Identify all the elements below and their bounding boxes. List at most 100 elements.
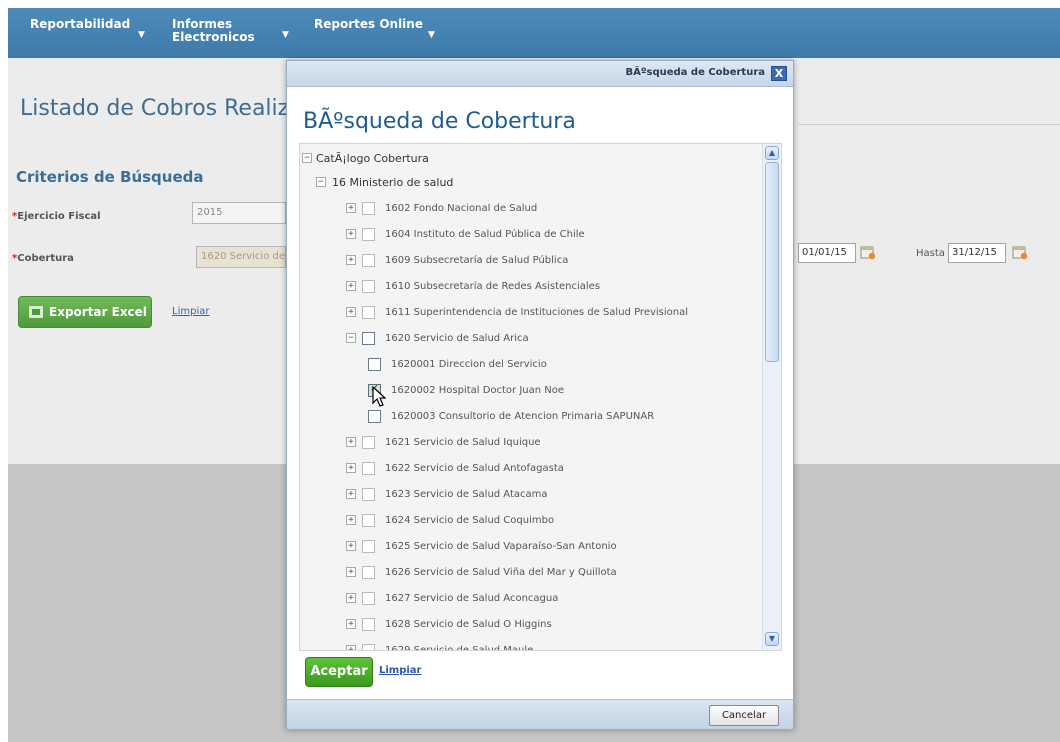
expand-icon[interactable]: + (346, 489, 356, 499)
tree-item-label: 1624 Servicio de Salud Coquimbo (385, 514, 555, 526)
desde-date-input[interactable]: 01/01/15 (798, 243, 856, 263)
expand-icon[interactable]: + (346, 255, 356, 265)
cancel-button[interactable]: Cancelar (709, 705, 779, 726)
checkbox[interactable] (362, 435, 375, 449)
expand-icon[interactable]: + (346, 203, 356, 213)
tree-item: +1610 Subsecretaría de Redes Asistencial… (346, 277, 600, 295)
expand-icon[interactable]: + (346, 619, 356, 629)
export-excel-button[interactable]: Exportar Excel (18, 296, 152, 328)
expand-icon[interactable]: + (346, 567, 356, 577)
checkbox[interactable] (368, 409, 381, 423)
nav-reportes-online[interactable]: Reportes Online (314, 18, 423, 31)
clear-link[interactable]: Limpiar (172, 306, 209, 317)
tree-item: +1623 Servicio de Salud Atacama (346, 485, 548, 503)
collapse-icon[interactable]: − (316, 177, 326, 187)
checkbox[interactable] (362, 461, 375, 475)
checkbox[interactable] (362, 487, 375, 501)
checkbox[interactable] (362, 591, 375, 605)
calendar-icon[interactable] (860, 244, 876, 260)
tree-item: +1602 Fondo Nacional de Salud (346, 199, 537, 217)
tree-item: +1626 Servicio de Salud Viña del Mar y Q… (346, 563, 617, 581)
tree-content: − CatÃ¡logo Cobertura − 16 Ministerio de… (300, 144, 762, 651)
hasta-label: Hasta (916, 248, 945, 259)
expand-icon[interactable]: + (346, 229, 356, 239)
expand-icon[interactable]: + (346, 281, 356, 291)
nav-informes-electronicos[interactable]: Informes Electronicos (172, 18, 255, 44)
tree-item-label: 1625 Servicio de Salud Vaparaíso-San Ant… (385, 540, 617, 552)
checkbox[interactable] (362, 201, 375, 215)
expand-icon[interactable]: + (346, 463, 356, 473)
tree-item-label: 1609 Subsecretaría de Salud Pública (385, 254, 569, 266)
nav-reportes-online-label: Reportes Online (314, 17, 423, 31)
checkbox[interactable] (362, 331, 375, 345)
expand-icon[interactable]: + (346, 541, 356, 551)
dialog-titlebar-text: BÃºsqueda de Cobertura (625, 67, 765, 78)
tree-scrollbar[interactable]: ▲ ▼ (762, 144, 781, 650)
close-icon[interactable]: X (771, 66, 787, 81)
checkbox[interactable] (362, 305, 375, 319)
chevron-down-icon: ▼ (282, 30, 289, 40)
expand-icon[interactable]: + (346, 437, 356, 447)
tree-item: +1621 Servicio de Salud Iquique (346, 433, 541, 451)
tree-item-label: 1602 Fondo Nacional de Salud (385, 202, 538, 214)
tree-item-label: 1627 Servicio de Salud Aconcagua (385, 592, 559, 604)
tree-item-label: 1629 Servicio de Salud Maule (385, 644, 534, 651)
nav-reportabilidad[interactable]: Reportabilidad (30, 18, 130, 31)
cobertura-field[interactable]: 1620 Servicio de (196, 246, 286, 268)
checkbox[interactable] (362, 539, 375, 553)
collapse-icon[interactable]: − (346, 333, 356, 343)
tree-item-label: 1604 Instituto de Salud Pública de Chile (385, 228, 585, 240)
dialog-footer: Cancelar (287, 699, 793, 729)
tree-item-label: 1620003 Consultorio de Atencion Primaria… (391, 410, 655, 422)
criteria-title: Criterios de Búsqueda (16, 168, 204, 186)
chevron-down-icon: ▼ (428, 30, 435, 40)
mouse-pointer-icon (372, 386, 386, 407)
checkbox[interactable] (362, 227, 375, 241)
excel-icon (29, 306, 43, 318)
tree-item: +1622 Servicio de Salud Antofagasta (346, 459, 564, 477)
dialog-heading: BÃºsqueda de Cobertura (303, 109, 576, 134)
dialog-clear-link[interactable]: Limpiar (379, 665, 422, 676)
page-title: Listado de Cobros Realiz (20, 96, 290, 121)
tree-item-label: 1620 Servicio de Salud Arica (385, 332, 529, 344)
coverage-search-dialog: BÃºsqueda de Cobertura X BÃºsqueda de Co… (286, 60, 794, 730)
scroll-up-icon[interactable]: ▲ (765, 146, 779, 160)
tree-item: +1604 Instituto de Salud Pública de Chil… (346, 225, 585, 243)
tree-item: − 1620 Servicio de Salud Arica (346, 329, 529, 347)
expand-icon[interactable]: + (346, 645, 356, 650)
tree-item: +1624 Servicio de Salud Coquimbo (346, 511, 554, 529)
cobertura-label-text: Cobertura (17, 253, 74, 264)
checkbox[interactable] (362, 513, 375, 527)
tree-child-item: 1620001 Direccion del Servicio (368, 355, 547, 373)
checkbox[interactable] (368, 357, 381, 371)
expand-icon[interactable]: + (346, 307, 356, 317)
nav-informes-label-line2: Electronicos (172, 30, 255, 44)
tree-item-label: 1621 Servicio de Salud Iquique (385, 436, 541, 448)
accept-button[interactable]: Aceptar (305, 657, 373, 687)
tree-item-label: 1623 Servicio de Salud Atacama (385, 488, 548, 500)
export-excel-label: Exportar Excel (49, 305, 147, 319)
top-navigation-bar: Reportabilidad ▼ Informes Electronicos ▼… (8, 8, 1060, 58)
checkbox[interactable] (362, 617, 375, 631)
scrollbar-thumb[interactable] (765, 162, 779, 362)
tree-item: +1625 Servicio de Salud Vaparaíso-San An… (346, 537, 617, 555)
expand-icon[interactable]: + (346, 515, 356, 525)
tree-item-label: 1620001 Direccion del Servicio (391, 358, 547, 370)
checkbox[interactable] (362, 279, 375, 293)
cobertura-label: *Cobertura (12, 253, 74, 264)
ejercicio-select[interactable]: 2015 (192, 202, 286, 224)
tree-item-label: 1620002 Hospital Doctor Juan Noe (391, 384, 565, 396)
collapse-icon[interactable]: − (302, 153, 312, 163)
tree-item-label: 1626 Servicio de Salud Viña del Mar y Qu… (385, 566, 617, 578)
ejercicio-label: *Ejercicio Fiscal (12, 211, 101, 222)
scroll-down-icon[interactable]: ▼ (765, 632, 779, 646)
checkbox[interactable] (362, 253, 375, 267)
checkbox[interactable] (362, 643, 375, 650)
nav-reportabilidad-label: Reportabilidad (30, 17, 131, 31)
expand-icon[interactable]: + (346, 593, 356, 603)
title-divider (798, 124, 1060, 125)
calendar-icon[interactable] (1012, 244, 1028, 260)
tree-root: − CatÃ¡logo Cobertura (302, 149, 429, 167)
checkbox[interactable] (362, 565, 375, 579)
hasta-date-input[interactable]: 31/12/15 (948, 243, 1006, 263)
